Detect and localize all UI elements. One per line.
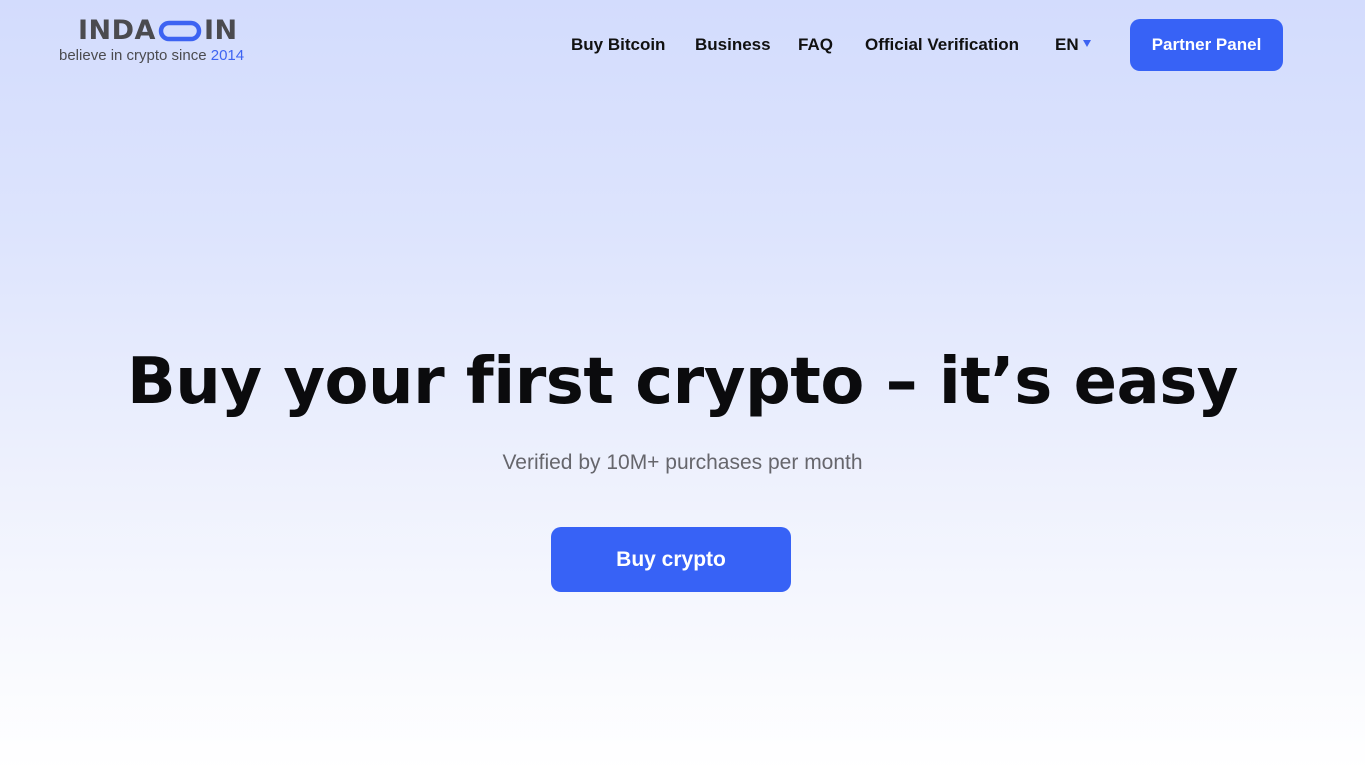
nav-buy-bitcoin[interactable]: Buy Bitcoin bbox=[571, 33, 665, 57]
logo-word-right: IN bbox=[203, 15, 238, 46]
hero-title: Buy your first crypto – it’s easy bbox=[126, 345, 1239, 419]
tagline-text: believe in crypto since bbox=[59, 47, 211, 64]
tagline-year: 2014 bbox=[210, 47, 245, 64]
hero-subtitle: Verified by 10M+ purchases per month bbox=[502, 451, 863, 474]
site-header: INDA IN believe in crypto since 2014 Buy… bbox=[0, 0, 1365, 90]
logo-wordmark: INDA IN bbox=[78, 16, 238, 46]
indacoin-logo[interactable]: INDA IN believe in crypto since 2014 bbox=[59, 16, 269, 68]
buy-crypto-button[interactable]: Buy crypto bbox=[551, 527, 791, 592]
nav-faq[interactable]: FAQ bbox=[798, 33, 833, 57]
logo-word-left: INDA bbox=[78, 15, 156, 46]
logo-tagline: believe in crypto since 2014 bbox=[59, 47, 244, 65]
partner-panel-button[interactable]: Partner Panel bbox=[1130, 19, 1283, 71]
chevron-down-icon bbox=[1082, 40, 1091, 47]
nav-business[interactable]: Business bbox=[695, 33, 771, 57]
language-selector[interactable]: EN bbox=[1055, 33, 1091, 57]
nav-official-verification[interactable]: Official Verification bbox=[865, 33, 1019, 57]
language-label: EN bbox=[1055, 35, 1079, 54]
logo-coin-icon bbox=[158, 20, 202, 42]
